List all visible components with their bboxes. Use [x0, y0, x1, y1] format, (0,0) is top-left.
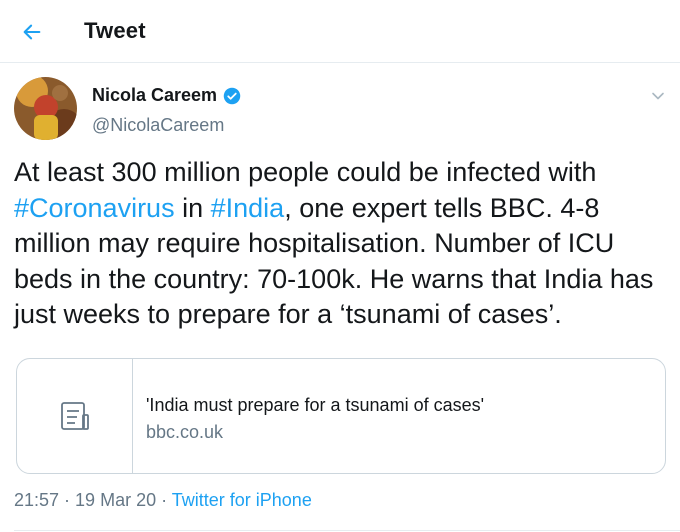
divider — [14, 530, 680, 531]
link-card-thumbnail — [17, 359, 133, 473]
tweet-text-in: in — [174, 192, 211, 223]
link-card-body: 'India must prepare for a tsunami of cas… — [133, 359, 484, 473]
author-name[interactable]: Nicola Careem — [92, 85, 217, 106]
tweet-text-line1: At least 300 million people could be inf… — [14, 157, 597, 187]
hashtag-india[interactable]: #India — [211, 193, 285, 223]
page-title: Tweet — [84, 18, 146, 43]
author-name-row[interactable]: Nicola Careem — [92, 85, 241, 106]
back-button[interactable] — [14, 14, 50, 50]
tweet-text: At least 300 million people could be inf… — [14, 155, 674, 333]
tweet-time[interactable]: 21:57 — [14, 490, 59, 510]
verified-badge-icon — [223, 87, 241, 104]
document-icon — [60, 402, 89, 430]
meta-separator: · — [59, 490, 76, 510]
tweet-meta: 21:57 · 19 Mar 20 · Twitter for iPhone — [14, 490, 312, 511]
top-bar: Tweet — [0, 0, 680, 63]
link-card-title[interactable]: 'India must prepare for a tsunami of cas… — [146, 395, 484, 416]
link-card-domain: bbc.co.uk — [146, 422, 224, 442]
link-card[interactable]: 'India must prepare for a tsunami of cas… — [16, 358, 666, 474]
meta-separator: · — [156, 490, 172, 510]
arrow-left-icon — [23, 24, 41, 40]
hashtag-coronavirus[interactable]: #Coronavirus — [14, 193, 175, 223]
tweet-source[interactable]: Twitter for iPhone — [172, 490, 312, 510]
tweet-date[interactable]: 19 Mar 20 — [75, 490, 156, 510]
chevron-down-icon[interactable] — [650, 88, 666, 104]
author-handle[interactable]: @NicolaCareem — [92, 115, 224, 136]
avatar[interactable] — [14, 77, 77, 140]
